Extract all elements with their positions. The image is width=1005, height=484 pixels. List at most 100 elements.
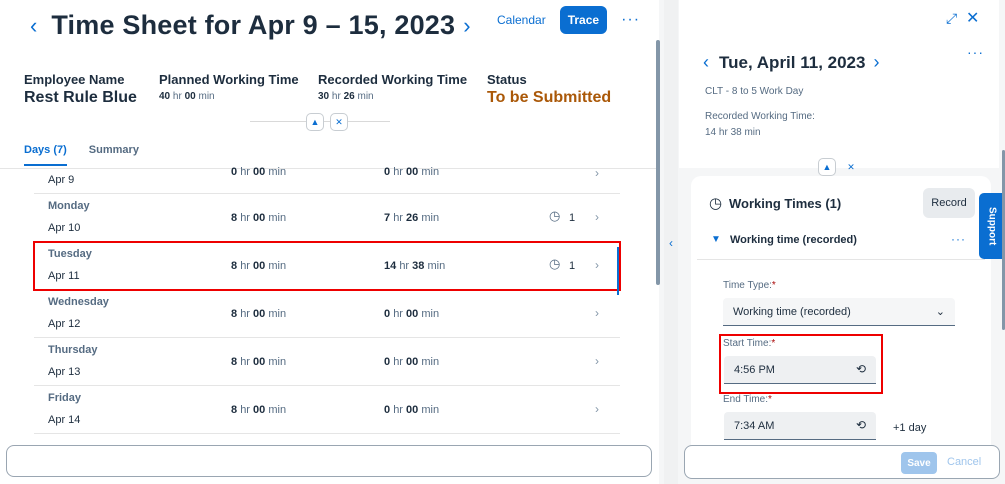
selection-indicator — [617, 247, 619, 295]
planned-time-label: Planned Working Time — [159, 72, 299, 87]
chevron-right-icon: › — [595, 402, 599, 416]
employee-name-label: Employee Name — [24, 72, 125, 87]
collapse-pane-icon[interactable]: ‹ — [669, 236, 673, 250]
app-root: ‹ Time Sheet for Apr 9 – 15, 2023 › Cale… — [0, 0, 1005, 484]
section-more-icon[interactable]: ··· — [951, 232, 966, 246]
section-title[interactable]: Working time (recorded) — [730, 234, 857, 246]
planned-time: 8 hr 00 min — [231, 356, 287, 368]
start-time-label: Start Time:* — [723, 338, 776, 349]
timesheet-pane: ‹ Time Sheet for Apr 9 – 15, 2023 › Cale… — [0, 0, 659, 484]
table-row[interactable]: Wednesday Apr 12 8 hr 00 min 0 hr 00 min… — [34, 290, 620, 338]
recorded-time-value: 30 hr 26 min — [318, 91, 374, 102]
day-name: Wednesday — [48, 296, 109, 308]
tab-days[interactable]: Days (7) — [24, 144, 67, 166]
end-time-input[interactable]: 7:34 AM ⟲ — [724, 412, 876, 440]
detail-footer: Save Cancel — [684, 445, 1000, 479]
calendar-button[interactable]: Calendar — [497, 13, 546, 27]
fullscreen-icon[interactable]: ⤢ — [946, 10, 957, 27]
table-row-selected[interactable]: Tuesday Apr 11 8 hr 00 min 14 hr 38 min … — [33, 241, 621, 291]
recorded-time: 0 hr 00 min — [384, 166, 440, 178]
recorded-time: 0 hr 00 min — [384, 404, 440, 416]
next-week-button[interactable]: › — [463, 13, 470, 39]
days-table: Apr 9 0 hr 00 min 0 hr 00 min › Monday A… — [33, 166, 621, 434]
previous-day-button[interactable]: ‹ — [703, 52, 709, 73]
chevron-right-icon: › — [595, 354, 599, 368]
record-count: 1 — [569, 212, 576, 224]
left-scrollbar[interactable] — [656, 40, 660, 285]
header-collapse-bar: ▲ ✕ — [250, 110, 390, 132]
detail-title-row: ‹ Tue, April 11, 2023 › — [703, 52, 879, 73]
page-title: Time Sheet for Apr 9 – 15, 2023 — [51, 10, 456, 40]
planned-time: 8 hr 00 min — [231, 404, 287, 416]
table-row[interactable]: Apr 9 0 hr 00 min 0 hr 00 min › — [34, 166, 620, 194]
time-picker-icon[interactable]: ⟲ — [856, 362, 866, 376]
day-name: Tuesday — [48, 248, 92, 260]
record-button[interactable]: Record — [923, 188, 975, 218]
status-value: To be Submitted — [487, 89, 612, 106]
planned-time-kpi: Planned Working Time 40 hr 00 min — [159, 72, 299, 102]
day-date: Apr 10 — [48, 222, 81, 234]
collapse-header-icon[interactable]: ▲ — [306, 113, 324, 131]
table-row[interactable]: Friday Apr 14 8 hr 00 min 0 hr 00 min › — [34, 386, 620, 434]
time-type-select[interactable]: Working time (recorded) ⌄ — [723, 298, 955, 326]
pin-detail-header-icon[interactable]: ✕ — [842, 158, 860, 176]
day-name: Thursday — [48, 344, 98, 356]
status-kpi: Status To be Submitted — [487, 72, 611, 107]
start-time-input[interactable]: 4:56 PM ⟲ — [724, 356, 876, 384]
recorded-time-value: 14 hr 38 min — [705, 127, 761, 138]
time-record-icon: ◷ — [549, 256, 561, 271]
next-day-button[interactable]: › — [873, 52, 879, 73]
planned-time: 8 hr 00 min — [231, 308, 287, 320]
table-row[interactable]: Thursday Apr 13 8 hr 00 min 0 hr 00 min … — [34, 338, 620, 386]
detail-more-icon[interactable]: ··· — [967, 44, 984, 60]
time-picker-icon[interactable]: ⟲ — [856, 418, 866, 432]
chevron-down-icon[interactable]: ▼ — [711, 234, 721, 245]
previous-week-button[interactable]: ‹ — [30, 13, 37, 39]
chevron-right-icon: › — [595, 258, 599, 272]
planned-time: 8 hr 00 min — [231, 212, 287, 224]
day-name: Friday — [48, 392, 82, 404]
cancel-button[interactable]: Cancel — [947, 456, 981, 468]
recorded-time: 7 hr 26 min — [384, 212, 440, 224]
employee-name-value: Rest Rule Blue — [24, 89, 137, 106]
working-times-card: ◷ Working Times (1) Record ▼ Working tim… — [691, 176, 991, 476]
chevron-right-icon: › — [595, 306, 599, 320]
recorded-time-kpi: Recorded Working Time 30 hr 26 min — [318, 72, 467, 102]
chevron-right-icon: › — [595, 166, 599, 180]
detail-title: Tue, April 11, 2023 — [719, 52, 866, 72]
close-icon[interactable]: ✕ — [966, 8, 979, 28]
detail-header: ⤢ ✕ ··· ‹ Tue, April 11, 2023 › CLT - 8 … — [679, 0, 999, 176]
day-date: Apr 14 — [48, 414, 81, 426]
trace-button[interactable]: Trace — [559, 6, 608, 34]
recorded-time: 0 hr 00 min — [384, 308, 440, 320]
record-count: 1 — [569, 260, 576, 272]
recorded-time-label: Recorded Working Time: — [705, 111, 815, 122]
more-actions-icon[interactable]: ··· — [621, 11, 640, 29]
tab-summary[interactable]: Summary — [89, 144, 139, 166]
header-actions: Calendar Trace ··· — [497, 6, 640, 34]
work-schedule: CLT - 8 to 5 Work Day — [705, 86, 804, 97]
day-name: Monday — [48, 200, 90, 212]
day-date: Apr 11 — [48, 270, 80, 282]
day-date: Apr 13 — [48, 366, 81, 378]
planned-time: 0 hr 00 min — [231, 166, 287, 178]
status-label: Status — [487, 72, 527, 87]
planned-time-value: 40 hr 00 min — [159, 91, 215, 102]
detail-pane: ⤢ ✕ ··· ‹ Tue, April 11, 2023 › CLT - 8 … — [679, 0, 1005, 484]
table-row[interactable]: Monday Apr 10 8 hr 00 min 7 hr 26 min ◷ … — [34, 194, 620, 242]
working-times-title: Working Times (1) — [729, 196, 842, 211]
recorded-time: 0 hr 00 min — [384, 356, 440, 368]
recorded-time-label: Recorded Working Time — [318, 72, 468, 87]
chevron-right-icon: › — [595, 210, 599, 224]
chevron-down-icon: ⌄ — [935, 306, 945, 318]
save-button[interactable]: Save — [901, 452, 937, 474]
recorded-time: 14 hr 38 min — [384, 260, 446, 272]
day-date: Apr 9 — [48, 174, 75, 186]
end-time-label: End Time:* — [723, 394, 772, 405]
pin-header-icon[interactable]: ✕ — [330, 113, 348, 131]
time-record-icon: ◷ — [709, 195, 723, 212]
title-row: ‹ Time Sheet for Apr 9 – 15, 2023 › — [30, 10, 471, 41]
plus-day-indicator: +1 day — [893, 422, 927, 434]
day-date: Apr 12 — [48, 318, 81, 330]
collapse-detail-header-icon[interactable]: ▲ — [818, 158, 836, 176]
